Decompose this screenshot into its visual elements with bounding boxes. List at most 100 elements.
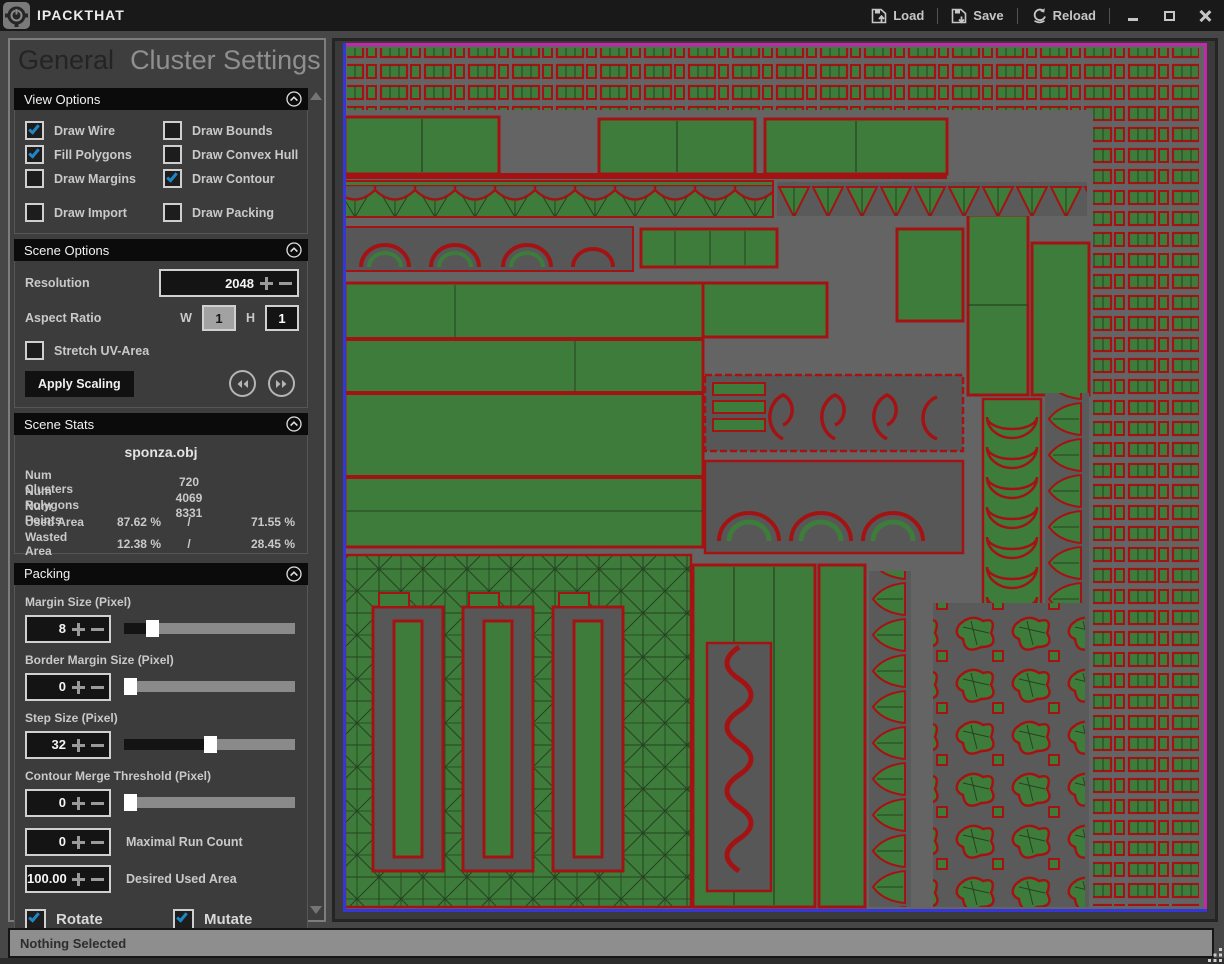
uv-viewport[interactable] (332, 38, 1218, 922)
tab-cluster-settings[interactable]: Cluster Settings (130, 45, 321, 76)
check-icon (28, 910, 40, 922)
plus-icon[interactable] (71, 871, 87, 887)
contour-merge-threshold-label: Contour Merge Threshold (Pixel) (25, 769, 299, 783)
plus-icon[interactable] (71, 834, 87, 850)
stat-row-wasted-area: Wasted Area 12.38 % / 28.45 % (15, 530, 307, 546)
checkbox-box (25, 909, 46, 930)
stat-label: Used Area (25, 515, 89, 529)
step-size-label: Step Size (Pixel) (25, 711, 299, 725)
minus-icon[interactable] (90, 679, 106, 695)
app-logo-icon (3, 2, 30, 29)
stat-row-used-area: Used Area 87.62 % / 71.55 % (15, 515, 307, 531)
plus-icon[interactable] (71, 737, 87, 753)
minus-icon[interactable] (90, 737, 106, 753)
sidebar-scrollbar[interactable] (309, 90, 322, 916)
save-button[interactable]: Save (948, 8, 1006, 24)
checkbox-stretch-uv-area[interactable]: Stretch UV-Area (25, 339, 149, 362)
border-margin-size-slider[interactable] (124, 681, 295, 692)
maximal-run-count-input[interactable]: 0 (25, 828, 111, 856)
panel-header-packing[interactable]: Packing (14, 563, 308, 585)
prev-uv-set-button[interactable] (229, 370, 256, 397)
collapse-chevron-icon[interactable] (286, 91, 302, 107)
panel-header-view-options[interactable]: View Options (14, 88, 308, 110)
scroll-down-icon[interactable] (310, 906, 322, 914)
maximal-run-count-label: Maximal Run Count (126, 835, 243, 849)
desired-used-area-input[interactable]: 100.00 (25, 865, 111, 893)
minus-icon[interactable] (90, 795, 106, 811)
margin-size-slider[interactable] (124, 623, 295, 634)
panel-header-scene-options[interactable]: Scene Options (14, 239, 308, 261)
slider-handle[interactable] (146, 620, 159, 637)
aspect-width-input[interactable]: 1 (202, 305, 236, 331)
maximize-button[interactable] (1156, 5, 1182, 27)
checkbox-draw-wire[interactable]: Draw Wire (25, 119, 163, 142)
desired-used-area-label: Desired Used Area (126, 872, 237, 886)
contour-merge-threshold-input[interactable]: 0 (25, 789, 111, 817)
panel-view-options: View Options Draw Wire Draw Bounds Fil (14, 88, 308, 234)
margin-size-input[interactable]: 8 (25, 615, 111, 643)
border-margin-size-label: Border Margin Size (Pixel) (25, 653, 299, 667)
resolution-input[interactable]: 2048 (159, 269, 299, 297)
plus-icon[interactable] (71, 679, 87, 695)
resolution-value: 2048 (161, 276, 259, 291)
aspect-height-input[interactable]: 1 (265, 305, 299, 331)
step-size-slider[interactable] (124, 739, 295, 750)
checkbox-draw-contour[interactable]: Draw Contour (163, 167, 301, 190)
minus-icon[interactable] (90, 621, 106, 637)
sidebar: General Cluster Settings View Options Dr… (8, 38, 326, 922)
slider-handle[interactable] (204, 736, 217, 753)
stat-value: 28.45 % (217, 537, 295, 551)
double-arrow-right-icon (275, 379, 288, 389)
checkbox-label: Draw Packing (192, 206, 274, 220)
panel-packing: Packing Margin Size (Pixel) 8 (14, 563, 308, 964)
stat-separator: / (161, 515, 217, 529)
minus-icon[interactable] (90, 834, 106, 850)
contour-merge-threshold-value: 0 (27, 795, 71, 810)
uv-canvas[interactable] (335, 41, 1215, 919)
checkbox-draw-packing[interactable]: Draw Packing (163, 201, 301, 224)
separator (937, 8, 938, 24)
tab-general[interactable]: General (18, 45, 114, 76)
plus-icon[interactable] (71, 621, 87, 637)
collapse-chevron-icon[interactable] (286, 242, 302, 258)
margin-size-label: Margin Size (Pixel) (25, 595, 299, 609)
checkbox-label: Rotate (56, 911, 103, 928)
resolution-label: Resolution (25, 276, 159, 290)
step-size-input[interactable]: 32 (25, 731, 111, 759)
reload-button[interactable]: Reload (1028, 7, 1099, 24)
apply-scaling-button[interactable]: Apply Scaling (25, 371, 134, 397)
resize-grip-icon[interactable] (1208, 948, 1223, 963)
border-margin-size-input[interactable]: 0 (25, 673, 111, 701)
checkbox-draw-bounds[interactable]: Draw Bounds (163, 119, 301, 142)
reload-label: Reload (1053, 8, 1096, 23)
aspect-height-value: 1 (278, 311, 285, 326)
checkbox-label: Draw Wire (54, 124, 115, 138)
collapse-chevron-icon[interactable] (286, 416, 302, 432)
contour-merge-threshold-slider[interactable] (124, 797, 295, 808)
panel-header-scene-stats[interactable]: Scene Stats (14, 413, 308, 435)
slider-handle[interactable] (124, 794, 137, 811)
load-button[interactable]: Load (868, 8, 927, 24)
plus-icon[interactable] (259, 275, 275, 291)
checkbox-box (25, 341, 44, 360)
maximal-run-count-value: 0 (27, 834, 71, 849)
separator (1017, 8, 1018, 24)
checkbox-draw-import[interactable]: Draw Import (25, 201, 163, 224)
minus-icon[interactable] (278, 275, 294, 291)
scroll-up-icon[interactable] (310, 92, 322, 100)
checkbox-draw-margins[interactable]: Draw Margins (25, 167, 163, 190)
slider-handle[interactable] (124, 678, 137, 695)
next-uv-set-button[interactable] (268, 370, 295, 397)
checkbox-draw-convex-hull[interactable]: Draw Convex Hull (163, 143, 301, 166)
minimize-button[interactable] (1120, 5, 1146, 27)
stat-separator: / (161, 537, 217, 551)
plus-icon[interactable] (71, 795, 87, 811)
checkbox-label: Fill Polygons (54, 148, 132, 162)
minus-icon[interactable] (90, 871, 106, 887)
load-label: Load (893, 8, 924, 23)
checkbox-box (163, 145, 182, 164)
checkbox-fill-polygons[interactable]: Fill Polygons (25, 143, 163, 166)
close-button[interactable] (1192, 5, 1218, 27)
collapse-chevron-icon[interactable] (286, 566, 302, 582)
panel-scene-stats: Scene Stats sponza.obj Num Clusters 720 … (14, 413, 308, 554)
